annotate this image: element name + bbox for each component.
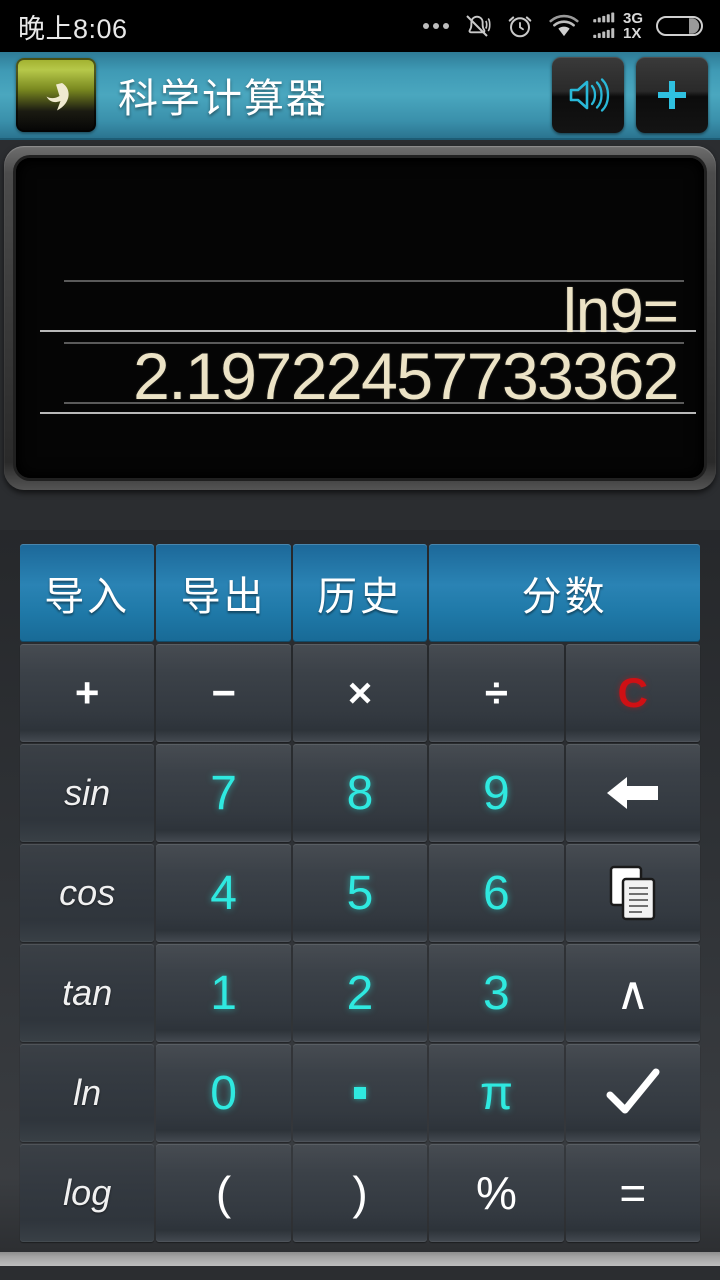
bottom-bar <box>0 1252 720 1266</box>
calculator-display[interactable]: ln9= 2.19722457733362 <box>16 158 704 478</box>
key-power-label: ∧ <box>615 967 650 1019</box>
add-button[interactable] <box>636 57 708 133</box>
key-paren-open-label: ( <box>215 1167 232 1219</box>
key-9[interactable]: 9 <box>429 744 564 842</box>
key-confirm[interactable] <box>565 1044 700 1142</box>
more-dots-icon <box>422 23 449 29</box>
key-0-label: 0 <box>210 1066 237 1120</box>
key-ln[interactable]: ln <box>20 1044 155 1142</box>
key-2[interactable]: 2 <box>292 944 428 1042</box>
display-result: 2.19722457733362 <box>133 339 679 413</box>
back-arrow-icon <box>46 83 69 111</box>
status-time: 晚上8:06 <box>18 13 128 44</box>
key-log-label: log <box>63 1172 112 1213</box>
key-multiply[interactable]: × <box>292 644 428 742</box>
key-import[interactable]: 导入 <box>20 544 155 642</box>
key-equals[interactable]: = <box>565 1144 700 1242</box>
key-3[interactable]: 3 <box>429 944 564 1042</box>
key-tan-label: tan <box>62 972 113 1013</box>
title-actions <box>552 57 708 133</box>
key-history[interactable]: 历史 <box>292 544 428 642</box>
network-3g-label: 3G <box>622 9 643 27</box>
key-ln-label: ln <box>73 1072 102 1113</box>
key-percent-label: % <box>475 1167 517 1219</box>
key-copy[interactable] <box>565 844 700 942</box>
key-pi-label: π <box>479 1066 513 1120</box>
key-7[interactable]: 7 <box>156 744 291 842</box>
key-clear[interactable]: C <box>565 644 700 742</box>
speaker-icon <box>569 78 610 112</box>
key-pi[interactable]: π <box>429 1044 564 1142</box>
key-cos-label: cos <box>59 872 116 913</box>
key-decimal[interactable] <box>292 1044 428 1142</box>
key-1[interactable]: 1 <box>156 944 291 1042</box>
key-clear-label: C <box>617 669 648 716</box>
key-paren-close-label: ) <box>352 1167 368 1219</box>
key-log[interactable]: log <box>20 1144 155 1242</box>
key-sin[interactable]: sin <box>20 744 155 842</box>
network-1x-label: 1X <box>622 25 642 42</box>
signal-bars-icon <box>593 12 615 39</box>
key-4[interactable]: 4 <box>156 844 291 942</box>
network-type: 3G 1X <box>622 9 643 42</box>
key-3-label: 3 <box>483 966 510 1020</box>
key-5-label: 5 <box>346 866 374 920</box>
key-import-label: 导入 <box>44 575 131 619</box>
display-expression: ln9= <box>563 277 679 346</box>
key-2-label: 2 <box>346 966 374 1020</box>
key-multiply-label: × <box>347 669 373 716</box>
key-minus[interactable]: − <box>156 644 291 742</box>
key-plus[interactable]: + <box>20 644 155 742</box>
calculator-display-bezel: ln9= 2.19722457733362 <box>4 146 716 490</box>
key-plus-label: + <box>74 669 100 716</box>
key-export[interactable]: 导出 <box>156 544 291 642</box>
wifi-icon <box>549 14 579 37</box>
back-button[interactable] <box>16 58 96 132</box>
plus-icon <box>658 81 686 109</box>
key-6[interactable]: 6 <box>429 844 564 942</box>
signal-indicator: 3G 1X <box>593 9 643 42</box>
key-paren-open[interactable]: ( <box>156 1144 291 1242</box>
key-history-label: 历史 <box>316 575 403 619</box>
page-title: 科学计算器 <box>118 77 328 121</box>
keypad-grid: 导入 导出 历史 分数 + − × ÷ Csin 7 8 9 cos 4 5 6 tan 1 2 3 ∧ ln 0 π log (… <box>20 544 700 1242</box>
sound-button[interactable] <box>552 57 624 133</box>
key-divide[interactable]: ÷ <box>429 644 564 742</box>
backspace-arrow-icon <box>601 769 665 817</box>
key-fraction[interactable]: 分数 <box>429 544 700 642</box>
key-5[interactable]: 5 <box>292 844 428 942</box>
status-bar: 晚上8:06 3G 1X <box>0 0 720 52</box>
battery-icon <box>656 16 703 36</box>
keypad-area: 导入 导出 历史 分数 + − × ÷ Csin 7 8 9 cos 4 5 6 tan 1 2 3 ∧ ln 0 π log (… <box>0 530 720 1266</box>
key-fraction-label: 分数 <box>521 575 608 619</box>
key-cos[interactable]: cos <box>20 844 155 942</box>
key-divide-label: ÷ <box>484 669 508 716</box>
key-6-label: 6 <box>483 866 510 920</box>
key-paren-close[interactable]: ) <box>292 1144 428 1242</box>
key-8[interactable]: 8 <box>292 744 428 842</box>
copy-icon <box>605 864 661 922</box>
key-9-label: 9 <box>483 766 510 820</box>
checkmark-icon <box>604 1067 662 1119</box>
key-sin-label: sin <box>64 772 111 813</box>
alarm-clock-icon <box>508 16 532 38</box>
key-0[interactable]: 0 <box>156 1044 291 1142</box>
key-equals-label: = <box>619 1167 647 1219</box>
key-1-label: 1 <box>210 966 237 1020</box>
title-bar: 科学计算器 <box>0 52 720 140</box>
key-export-label: 导出 <box>180 575 267 619</box>
key-percent[interactable]: % <box>429 1144 564 1242</box>
key-4-label: 4 <box>210 866 237 920</box>
mute-bell-icon <box>466 15 491 37</box>
key-7-label: 7 <box>210 766 237 820</box>
key-minus-label: − <box>211 669 236 716</box>
key-backspace[interactable] <box>565 744 700 842</box>
key-tan[interactable]: tan <box>20 944 155 1042</box>
key-power[interactable]: ∧ <box>565 944 700 1042</box>
status-icons: 3G 1X <box>422 9 706 42</box>
key-8-label: 8 <box>346 766 374 820</box>
decimal-dot-icon <box>353 1087 366 1099</box>
